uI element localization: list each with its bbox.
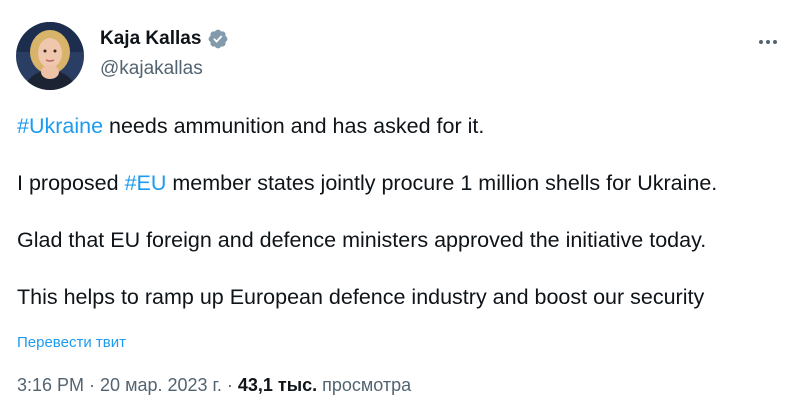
translate-tweet-link[interactable]: Перевести твит: [17, 333, 126, 353]
tweet-paragraph: This helps to ramp up European defence i…: [17, 283, 787, 311]
avatar-image: [16, 22, 84, 90]
meta-separator: ·: [84, 375, 101, 395]
name-row: Kaja Kallas: [100, 27, 229, 51]
tweet-time[interactable]: 3:16 PM: [17, 375, 84, 395]
views-label: просмотра: [317, 375, 412, 395]
tweet-paragraph: I proposed #EU member states jointly pro…: [17, 169, 787, 197]
views-count[interactable]: 43,1 тыс.: [238, 375, 317, 395]
paragraph-text: This helps to ramp up European defence i…: [17, 285, 705, 309]
tweet-card: Kaja Kallas @kajakallas #Ukraine needs a…: [0, 0, 800, 419]
verified-badge-icon: [207, 28, 229, 50]
tweet-paragraph: Glad that EU foreign and defence ministe…: [17, 226, 787, 254]
handle[interactable]: @kajakallas: [100, 57, 229, 81]
tweet-paragraph: #Ukraine needs ammunition and has asked …: [17, 112, 787, 140]
hashtag-link[interactable]: #Ukraine: [17, 114, 103, 138]
tweet-text: #Ukraine needs ammunition and has asked …: [17, 112, 787, 311]
paragraph-text: I proposed: [17, 171, 125, 195]
author-block: Kaja Kallas @kajakallas: [100, 27, 229, 81]
tweet-metadata: 3:16 PM · 20 мар. 2023 г. · 43,1 тыс. пр…: [17, 373, 411, 397]
meta-separator: ·: [221, 375, 238, 395]
paragraph-text: Glad that EU foreign and defence ministe…: [17, 228, 707, 252]
hashtag-link[interactable]: #EU: [125, 171, 167, 195]
more-horizontal-icon[interactable]: [756, 30, 780, 54]
paragraph-text: needs ammunition and has asked for it.: [103, 114, 485, 138]
tweet-date[interactable]: 20 мар. 2023 г.: [100, 375, 222, 395]
paragraph-text: member states jointly procure 1 million …: [166, 171, 718, 195]
display-name[interactable]: Kaja Kallas: [100, 27, 201, 51]
avatar[interactable]: [16, 22, 84, 90]
